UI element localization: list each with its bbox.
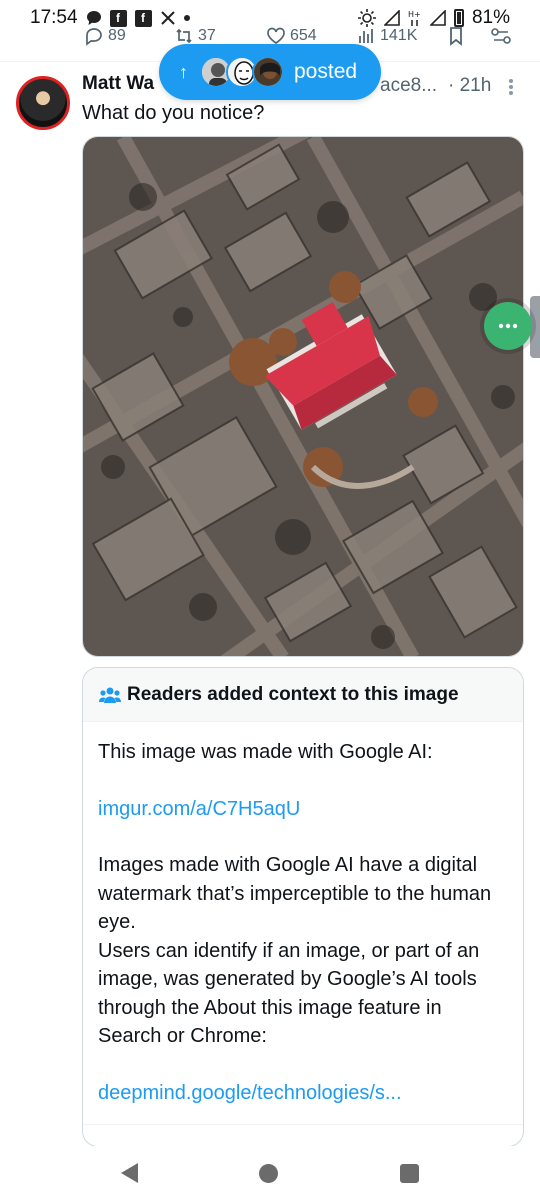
previous-post-actions: 89 37 654 141K	[0, 26, 540, 46]
post-time[interactable]: · 21h	[448, 75, 491, 97]
bookmark-icon	[446, 26, 466, 46]
people-icon	[99, 686, 121, 704]
avatar	[252, 56, 284, 88]
repost-button[interactable]: 37	[174, 26, 216, 46]
like-count: 654	[290, 27, 317, 44]
signal-icon	[429, 10, 446, 26]
svg-text:H+: H+	[408, 10, 421, 19]
community-note-body: This image was made with Google AI: imgu…	[83, 722, 523, 1107]
arrow-up-icon: ↑	[179, 61, 188, 82]
note-footer-divider	[83, 1124, 523, 1125]
community-note-title: Readers added context to this image	[127, 683, 459, 705]
pill-avatars	[200, 56, 284, 88]
note-link-deepmind[interactable]: deepmind.google/technologies/s...	[98, 1079, 507, 1108]
brightness-icon	[357, 9, 376, 27]
more-options-icon[interactable]	[508, 78, 514, 96]
pill-label: posted	[294, 60, 358, 83]
aerial-photo	[83, 137, 523, 656]
repost-icon	[174, 26, 194, 46]
floating-chat-bubble-icon[interactable]	[484, 302, 532, 350]
x-icon	[160, 10, 176, 26]
home-icon[interactable]	[259, 1163, 279, 1183]
share-icon	[490, 26, 512, 46]
bookmark-button[interactable]	[446, 26, 466, 46]
hplus-icon: H+	[408, 9, 422, 27]
reply-button[interactable]: 89	[84, 26, 126, 46]
bar-chart-icon	[356, 26, 376, 46]
reply-count: 89	[108, 27, 126, 44]
post-image[interactable]	[82, 136, 524, 657]
chat-bubble-icon	[86, 10, 102, 26]
author-name[interactable]: Matt Wa	[82, 73, 154, 95]
share-button[interactable]	[490, 26, 512, 46]
system-nav-bar	[0, 1146, 540, 1200]
recents-icon[interactable]	[400, 1163, 420, 1183]
repost-count: 37	[198, 27, 216, 44]
author-handle[interactable]: ace8...	[380, 75, 437, 97]
dot-icon	[183, 15, 190, 21]
community-note-header: Readers added context to this image	[83, 668, 523, 722]
battery-icon	[453, 9, 464, 27]
new-posts-pill[interactable]: ↑ posted	[159, 44, 381, 100]
heart-icon	[266, 26, 286, 46]
reply-icon	[84, 26, 104, 46]
note-link-imgur[interactable]: imgur.com/a/C7H5aqU	[98, 795, 507, 824]
author-avatar[interactable]	[16, 76, 70, 130]
post-text: What do you notice?	[82, 102, 265, 124]
note-paragraph: Users can identify if an image, or part …	[98, 939, 480, 1048]
facebook-icon: f	[109, 9, 127, 27]
community-note: Readers added context to this image This…	[82, 667, 524, 1147]
note-paragraph: This image was made with Google AI:	[98, 741, 433, 763]
like-button[interactable]: 654	[266, 26, 317, 46]
views-count: 141K	[380, 27, 418, 44]
back-icon[interactable]	[120, 1163, 138, 1183]
note-paragraph: Images made with Google AI have a digita…	[98, 854, 492, 933]
signal-icon	[383, 10, 400, 26]
views-button[interactable]: 141K	[356, 26, 417, 46]
facebook-icon: f	[134, 9, 152, 27]
